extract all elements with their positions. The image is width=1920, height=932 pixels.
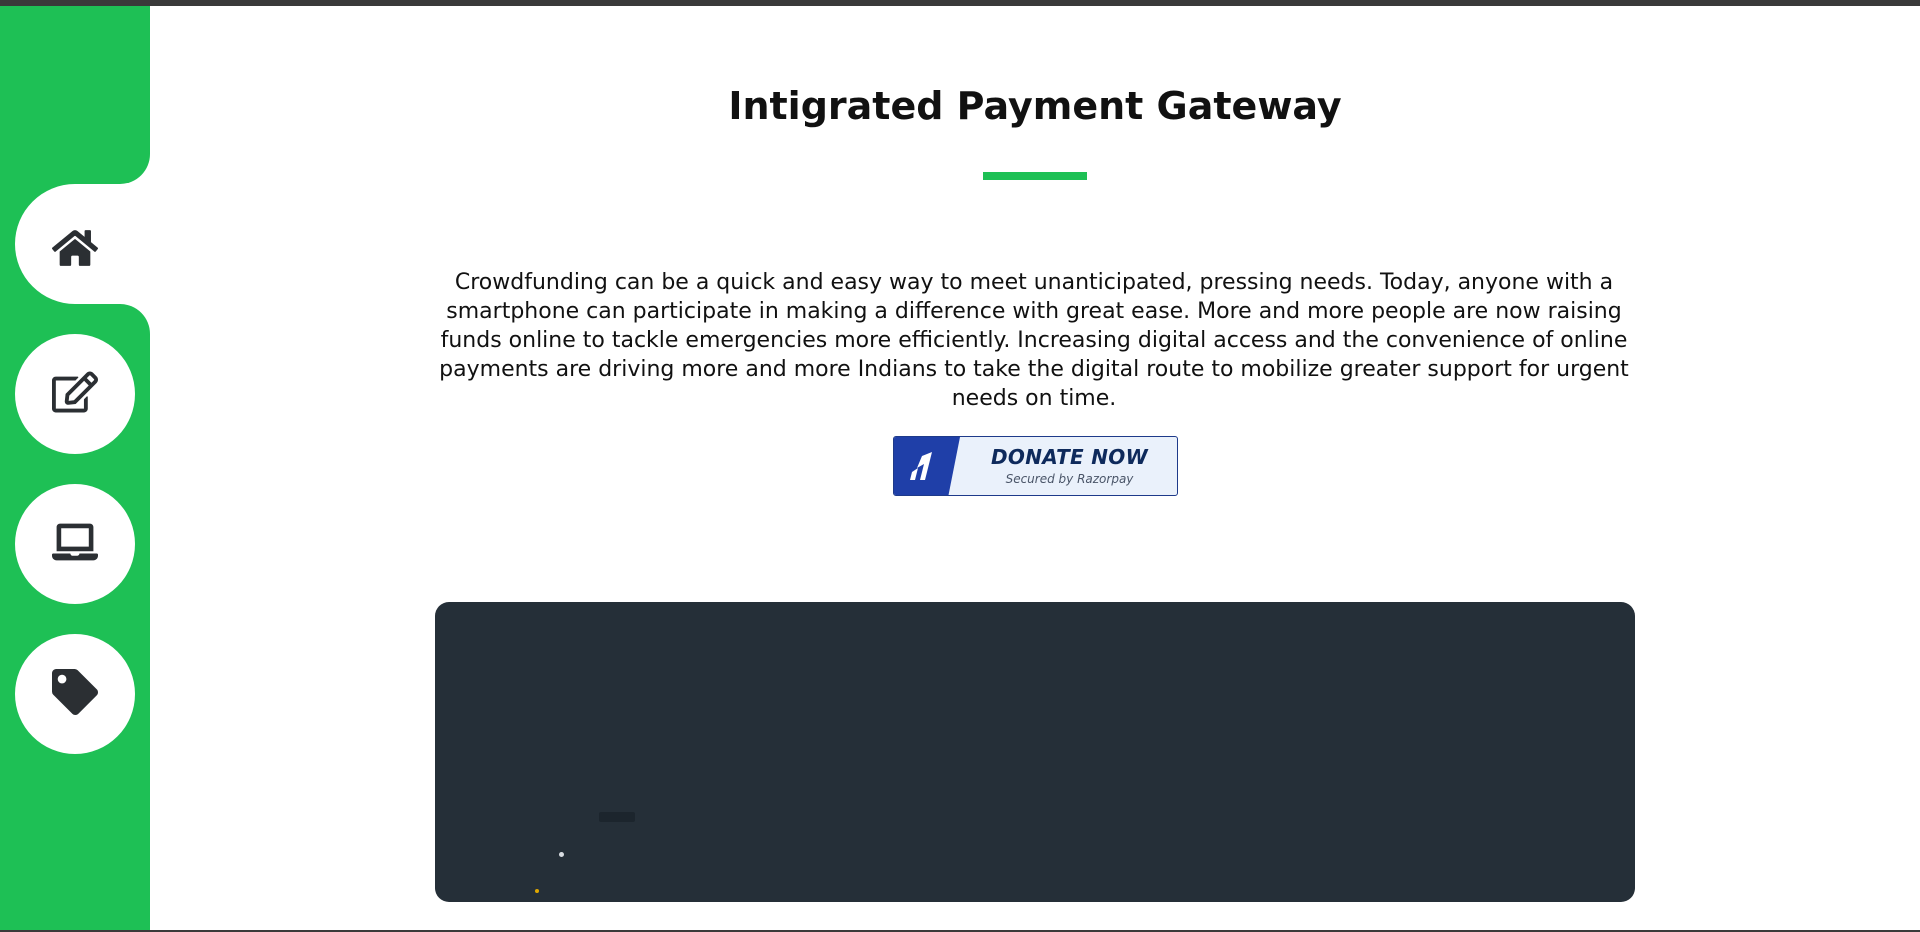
- panel-dot-yellow: [535, 889, 539, 893]
- donate-now-button[interactable]: DONATE NOW Secured by Razorpay: [893, 436, 1178, 496]
- sidebar-item-laptop[interactable]: [15, 484, 135, 604]
- sidebar-active-corner-top: [120, 154, 150, 184]
- sidebar-item-tag[interactable]: [15, 634, 135, 754]
- main-content: Intigrated Payment Gateway Crowdfunding …: [150, 6, 1920, 930]
- sidebar-item-edit[interactable]: [15, 334, 135, 454]
- page-title: Intigrated Payment Gateway: [728, 84, 1342, 128]
- panel-dot-white: [559, 852, 564, 857]
- sidebar: [0, 6, 190, 930]
- sidebar-active-corner-bottom: [120, 304, 150, 334]
- sidebar-item-home[interactable]: [15, 190, 135, 310]
- edit-icon: [52, 369, 98, 419]
- panel-chip: [599, 812, 635, 822]
- donate-secured-text: Secured by Razorpay: [1005, 472, 1134, 486]
- tag-icon: [52, 669, 98, 719]
- page-description: Crowdfunding can be a quick and easy way…: [439, 270, 1629, 411]
- dark-content-panel: [435, 602, 1635, 902]
- razorpay-logo-box: [894, 437, 960, 495]
- laptop-icon: [52, 519, 98, 569]
- donate-button-label: DONATE NOW: [991, 445, 1148, 469]
- title-underline: [983, 172, 1087, 180]
- home-icon: [51, 225, 99, 275]
